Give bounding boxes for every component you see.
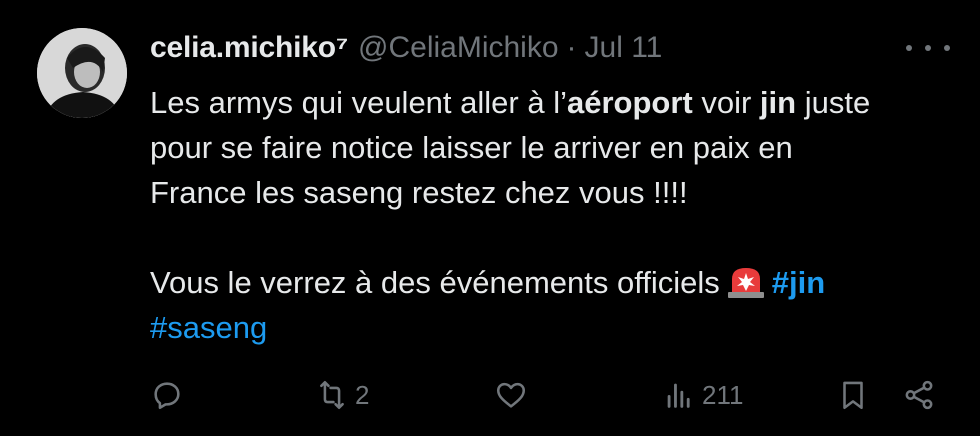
text-line: Vous le verrez à des événements officiel… — [150, 265, 720, 300]
text-segment-bold: jin — [759, 85, 797, 120]
text-segment: voir — [692, 85, 760, 120]
avatar[interactable] — [37, 28, 127, 118]
share-icon — [905, 380, 933, 410]
views-button[interactable]: 211 — [662, 370, 743, 420]
tweet-date[interactable]: Jul 11 — [585, 31, 663, 65]
user-handle[interactable]: @CeliaMichiko — [358, 31, 559, 65]
reply-button[interactable] — [150, 370, 190, 420]
separator-dot: · — [566, 31, 577, 64]
text-line: pour se faire notice laisser le arriver … — [150, 130, 793, 165]
hashtag-link[interactable]: #saseng — [150, 310, 267, 345]
heart-icon — [496, 382, 526, 408]
bookmark-icon — [843, 381, 863, 410]
tweet-header: celia.michiko⁷ @CeliaMichiko · Jul 11 — [150, 28, 950, 68]
more-options-icon[interactable] — [906, 30, 950, 66]
retweet-button[interactable]: 2 — [315, 370, 369, 420]
text-line: France les saseng restez chez vous !!!! — [150, 175, 688, 210]
avatar-photo — [37, 28, 127, 118]
share-button[interactable] — [902, 370, 936, 420]
retweet-icon — [320, 380, 344, 410]
text-segment: Les armys qui veulent aller à l’ — [150, 85, 567, 120]
hashtag-link[interactable]: #jin — [772, 265, 825, 300]
text-segment: juste — [796, 85, 871, 120]
views-count: 211 — [702, 379, 744, 410]
like-button[interactable] — [494, 370, 534, 420]
retweet-count: 2 — [355, 379, 370, 410]
views-chart-icon — [667, 383, 690, 408]
tweet-actions: 2 211 — [150, 370, 950, 420]
tweet-text: Les armys qui veulent aller à l’aéroport… — [150, 80, 940, 350]
rotating-light-emoji — [727, 268, 764, 298]
bookmark-button[interactable] — [836, 370, 870, 420]
reply-icon — [154, 382, 180, 410]
display-name[interactable]: celia.michiko⁷ — [150, 31, 348, 65]
text-segment-bold: aéroport — [566, 85, 693, 120]
tweet-card[interactable]: celia.michiko⁷ @CeliaMichiko · Jul 11 Le… — [0, 0, 980, 436]
